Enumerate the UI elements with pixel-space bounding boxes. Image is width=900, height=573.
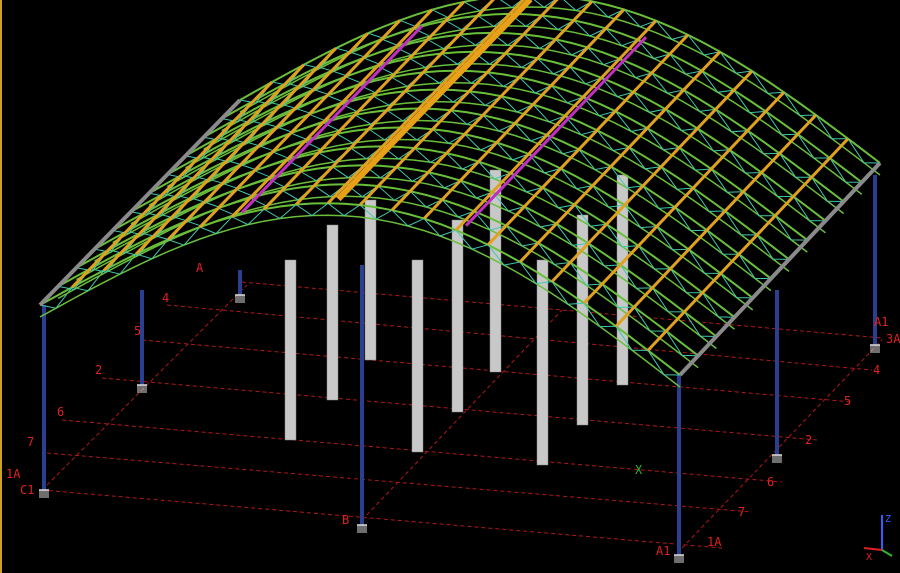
grid-label-c1: C1 (20, 483, 34, 497)
concrete-pier (284, 259, 297, 441)
axis-label-z: Z (885, 514, 891, 525)
axis-triad[interactable]: Z X (863, 514, 893, 563)
grid-label-b: B (342, 513, 349, 527)
x-axis-line (863, 547, 883, 551)
purlin (102, 63, 306, 272)
grid-label-1a-right: 1A (707, 535, 722, 549)
grid-label-a-mid: A (196, 261, 204, 275)
right-edge-beam (678, 161, 882, 377)
grid-label-5-right: 5 (844, 394, 851, 408)
purlin (614, 113, 818, 328)
3d-viewport[interactable]: 1A C1 7 6 2 5 4 B A1 1A 7 6 2 5 4 3A A1 … (0, 0, 900, 573)
purlin (134, 47, 338, 256)
grid-label-2-right: 2 (805, 433, 812, 447)
concrete-pier (451, 219, 464, 413)
grid-label-a1-bottom: A1 (656, 544, 670, 558)
grid-label-7-left: 7 (27, 435, 34, 449)
concrete-piers (284, 169, 629, 466)
purlin (646, 137, 850, 352)
grid-label-6-left: 6 (57, 405, 64, 419)
grid-label-6-right: 6 (767, 475, 774, 489)
concrete-pier (326, 224, 339, 401)
grid-label-2-left: 2 (95, 363, 102, 377)
arch-top-chord (57, 183, 699, 357)
concrete-pier (364, 199, 377, 361)
origin-x-marker: X (635, 463, 643, 477)
grid-label-a1-right: A1 (874, 315, 888, 329)
grid-label-4-right: 4 (873, 363, 880, 377)
axis-label-x: X (866, 552, 872, 563)
grid-label-7-right: 7 (738, 505, 745, 519)
grid-label-1a-left: 1A (6, 467, 21, 481)
concrete-pier (411, 259, 424, 453)
grid-label-4-left: 4 (162, 291, 169, 305)
arch-web (58, 183, 699, 357)
structure-model: 1A C1 7 6 2 5 4 B A1 1A 7 6 2 5 4 3A A1 … (6, 0, 900, 563)
grid-label-5-left: 5 (134, 324, 141, 338)
grid-label-3a: 3A (886, 332, 900, 346)
y-axis-line (881, 549, 893, 557)
left-edge-beam (38, 98, 242, 307)
